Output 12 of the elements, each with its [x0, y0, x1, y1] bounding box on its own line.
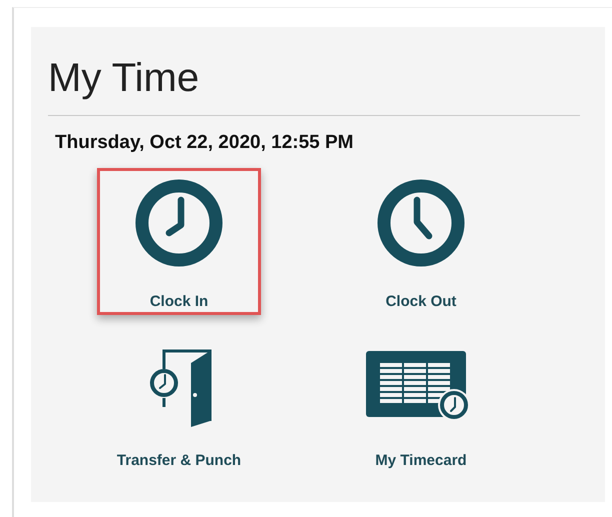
tile-label: Clock Out: [386, 293, 456, 310]
date-time: Thursday, Oct 22, 2020, 12:55 PM: [55, 132, 355, 154]
panel-title: My Time: [48, 55, 200, 101]
tile[interactable]: My Timecard: [339, 327, 503, 474]
tile-label: Transfer & Punch: [116, 452, 242, 469]
tile[interactable]: Transfer & Punch: [97, 327, 261, 474]
tile-label: Clock In: [150, 293, 208, 310]
clock-icon: [376, 178, 466, 268]
tile-label: My Timecard: [375, 452, 467, 469]
highlighted-tile[interactable]: Clock In: [97, 168, 261, 315]
tile[interactable]: Clock Out: [339, 168, 503, 315]
clock-icon: [134, 178, 224, 268]
